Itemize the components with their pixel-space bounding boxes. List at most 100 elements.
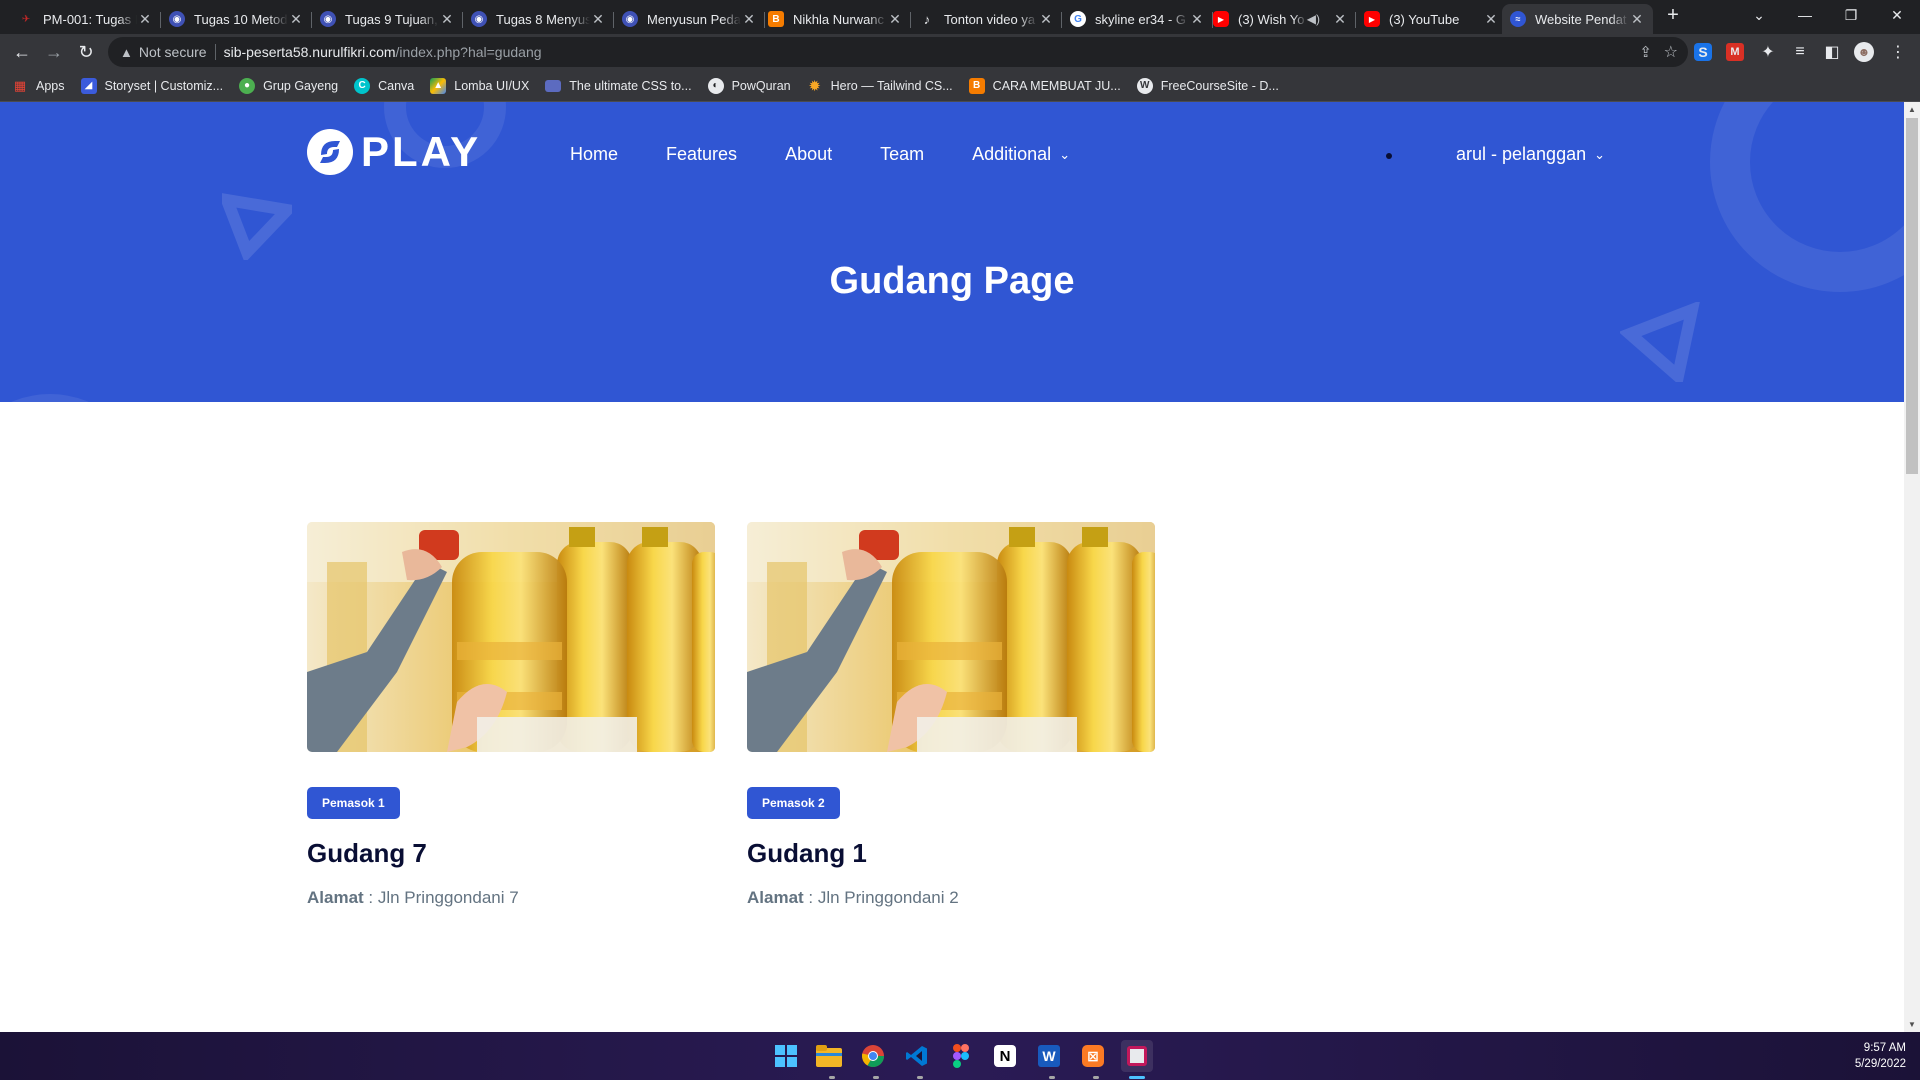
address-bar[interactable]: ▲ Not secure sib-peserta58.nurulfikri.co…	[108, 37, 1688, 67]
browser-tab[interactable]: ▶ (3) Wish Yo ◀) ✕	[1205, 4, 1356, 34]
windows-taskbar: N W ⊠ 9:57 AM 5/29/2022	[0, 1032, 1920, 1080]
bookmark-label: Canva	[378, 78, 415, 93]
extensions-puzzle-icon[interactable]: ✦	[1756, 40, 1780, 64]
close-icon[interactable]: ✕	[590, 11, 606, 28]
browser-tab[interactable]: ◉ Tugas 10 Metode ✕	[161, 4, 312, 34]
new-tab-button[interactable]: +	[1650, 0, 1696, 30]
bookmark-item[interactable]: ◐ PowQuran	[707, 77, 791, 94]
close-icon[interactable]: ✕	[1483, 11, 1499, 28]
card-title[interactable]: Gudang 1	[747, 838, 867, 869]
divider	[214, 44, 216, 60]
browser-tab-active[interactable]: ≈ Website Pendat ✕	[1502, 4, 1653, 34]
window-close-icon[interactable]: ✕	[1874, 0, 1920, 30]
user-menu[interactable]: arul - pelanggan ⌄	[1456, 144, 1605, 165]
bookmark-star-icon[interactable]: ☆	[1664, 42, 1678, 62]
chrome-icon[interactable]	[857, 1040, 889, 1072]
back-icon[interactable]: ←	[10, 40, 34, 64]
snipping-tool-icon[interactable]	[1121, 1040, 1153, 1072]
cooking-oil-photo[interactable]	[747, 522, 1155, 752]
browser-tab[interactable]: G skyline er34 - G ✕	[1062, 4, 1213, 34]
browser-tab[interactable]: ▶ (3) YouTube ✕	[1356, 4, 1507, 34]
close-icon[interactable]: ✕	[288, 11, 304, 28]
close-icon[interactable]: ✕	[741, 11, 757, 28]
notion-icon[interactable]: N	[989, 1040, 1021, 1072]
close-icon[interactable]: ✕	[1038, 11, 1054, 28]
nav-about[interactable]: About	[785, 144, 832, 165]
chevron-down-icon: ⌄	[1594, 146, 1606, 162]
close-icon[interactable]: ✕	[137, 11, 153, 28]
bookmark-item[interactable]: ● Grup Gayeng	[239, 77, 338, 94]
nav-team[interactable]: Team	[880, 144, 924, 165]
close-icon[interactable]: ✕	[887, 11, 903, 28]
nav-home[interactable]: Home	[570, 144, 618, 165]
speaker-icon[interactable]: ◀)	[1307, 12, 1320, 26]
xampp-icon[interactable]: ⊠	[1077, 1040, 1109, 1072]
file-explorer-icon[interactable]	[813, 1040, 845, 1072]
google-icon: G	[1070, 11, 1086, 27]
menu-kebab-icon[interactable]: ⋮	[1886, 40, 1910, 64]
nav-additional[interactable]: Additional ⌄	[972, 144, 1070, 165]
minimize-icon[interactable]: —	[1782, 0, 1828, 30]
running-indicator	[1093, 1076, 1099, 1079]
system-clock[interactable]: 9:57 AM 5/29/2022	[1855, 1040, 1906, 1072]
tab-title: Website Pendat	[1535, 11, 1627, 27]
sun-icon: ✹	[808, 77, 821, 95]
bookmark-item[interactable]: ▲ Lomba UI/UX	[430, 77, 530, 94]
profile-avatar[interactable]: ☻	[1854, 42, 1874, 62]
scroll-down-icon[interactable]: ▼	[1908, 1020, 1916, 1029]
close-icon[interactable]: ✕	[1332, 11, 1348, 28]
side-panel-icon[interactable]: ◧	[1820, 40, 1844, 64]
extension-m-icon[interactable]: M	[1726, 43, 1744, 61]
bookmark-label: CARA MEMBUAT JU...	[992, 78, 1121, 93]
bookmark-item[interactable]: ◢ Storyset | Customiz...	[80, 77, 223, 94]
site-logo[interactable]: PLAY	[307, 128, 481, 176]
address-value: : Jln Pringgondani 7	[363, 888, 519, 907]
forward-icon[interactable]: →	[42, 40, 66, 64]
page-scrollbar[interactable]: ▲ ▼	[1904, 102, 1920, 1032]
card-title[interactable]: Gudang 7	[307, 838, 427, 869]
page-icon	[545, 79, 562, 92]
scrollbar-thumb[interactable]	[1906, 118, 1918, 474]
security-label: Not secure	[138, 44, 207, 60]
nav-label: Features	[666, 144, 738, 164]
restore-icon[interactable]: ❐	[1828, 0, 1874, 30]
card-address: Alamat : Jln Pringgondani 7	[307, 888, 519, 908]
nav-features[interactable]: Features	[666, 144, 737, 165]
close-icon[interactable]: ✕	[1189, 11, 1205, 28]
close-icon[interactable]: ✕	[1629, 11, 1645, 28]
bookmark-item[interactable]: C Canva	[354, 77, 415, 94]
warning-icon: ▲	[120, 44, 133, 60]
figma-icon[interactable]	[945, 1040, 977, 1072]
cooking-oil-photo[interactable]	[307, 522, 715, 752]
bookmark-item[interactable]: ✹ Hero — Tailwind CS...	[807, 77, 952, 95]
word-icon[interactable]: W	[1033, 1040, 1065, 1072]
browser-tab[interactable]: ◉ Tugas 8 Menyusu ✕	[463, 4, 614, 34]
extension-s-icon[interactable]: S	[1694, 43, 1712, 61]
nav-label: Home	[570, 144, 619, 164]
youtube-icon: ▶	[1364, 11, 1380, 27]
browser-tab[interactable]: ◉ Menyusun Peda ✕	[614, 4, 765, 34]
share-icon[interactable]: ⇪	[1639, 43, 1652, 61]
nav-label: About	[785, 144, 833, 164]
browser-tab[interactable]: ◉ Tugas 9 Tujuan, ✕	[312, 4, 463, 34]
scroll-up-icon[interactable]: ▲	[1908, 105, 1916, 114]
bookmark-item[interactable]: The ultimate CSS to...	[545, 79, 692, 93]
running-indicator	[873, 1076, 879, 1079]
browser-tab[interactable]: B Nikhla Nurwanc ✕	[760, 4, 911, 34]
supplier-badge[interactable]: Pemasok 1	[307, 787, 400, 819]
play-logo-icon: ≈	[1510, 11, 1526, 27]
bookmark-item[interactable]: B CARA MEMBUAT JU...	[968, 77, 1121, 94]
browser-tab[interactable]: ✈ PM-001: Tugas I ✕	[10, 4, 161, 34]
windows-start-icon[interactable]	[770, 1040, 802, 1072]
reading-list-icon[interactable]: ≡	[1788, 40, 1812, 64]
bookmark-item[interactable]: ▦ Apps	[12, 78, 65, 94]
browser-tab[interactable]: ♪ Tonton video ya ✕	[911, 4, 1062, 34]
tab-search-icon[interactable]: ⌄	[1736, 0, 1782, 30]
close-icon[interactable]: ✕	[439, 11, 455, 28]
vscode-icon[interactable]	[901, 1040, 933, 1072]
reload-icon[interactable]: ↻	[74, 40, 98, 64]
supplier-badge[interactable]: Pemasok 2	[747, 787, 840, 819]
bookmark-label: Lomba UI/UX	[454, 78, 530, 93]
bookmark-item[interactable]: W FreeCourseSite - D...	[1136, 77, 1279, 94]
apps-grid-icon: ▦	[13, 77, 27, 93]
